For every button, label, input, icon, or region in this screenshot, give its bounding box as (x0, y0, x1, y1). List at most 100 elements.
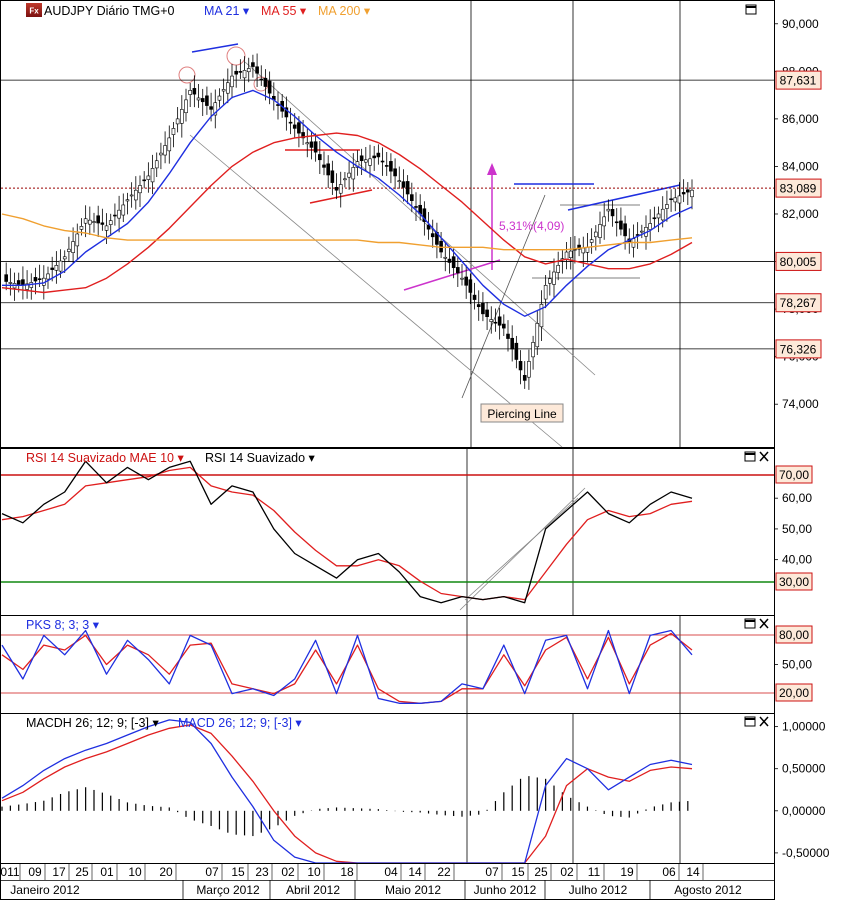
rsi-level-70-label: 70,00 (779, 468, 809, 482)
candle-body (456, 267, 460, 274)
y-tick-label: 50,00 (782, 658, 812, 672)
candle-body (46, 273, 50, 280)
ma200-legend[interactable]: MA 200 ▾ (318, 4, 371, 18)
candle-body (665, 204, 669, 209)
candle-body (267, 80, 272, 94)
x-month-label: Janeiro 2012 (10, 883, 80, 897)
price-level-label-1: 83,089 (780, 182, 817, 196)
candle-body (217, 95, 222, 101)
stoch-legend[interactable]: PKS 8; 3; 3 ▾ (26, 618, 100, 632)
annotation-percent: 5,31%(4,09) (499, 219, 564, 233)
rsi-legend-text: RSI 14 Suavizado (205, 451, 305, 465)
candle-body (589, 239, 594, 243)
stoch-panel-frame (0, 615, 775, 714)
x-day-label: 11 (588, 865, 601, 879)
candle-body (518, 361, 523, 371)
candle-body (351, 167, 356, 180)
candle-body (113, 214, 117, 217)
x-day-label: 20 (159, 865, 173, 879)
chart-window: 90,00088,00086,00084,00082,00080,00078,0… (0, 0, 841, 900)
candle-body (359, 155, 364, 162)
candle-body (552, 271, 556, 285)
symbol-label: AUDJPY Diário TMG+0 (44, 4, 175, 18)
candle-body (401, 181, 406, 188)
x-day-label: 10 (307, 865, 321, 879)
candle-body (192, 88, 197, 95)
y-tick-label: 90,000 (782, 17, 819, 31)
macdh-legend[interactable]: MACDH 26; 12; 9; [-3] ▾ (26, 716, 159, 730)
candle-body (159, 152, 163, 156)
candle-body (309, 141, 314, 148)
candle-body (171, 128, 176, 135)
candle-body (108, 220, 113, 225)
candle-body (305, 142, 310, 145)
candle-body (16, 280, 21, 285)
ma21-legend-text: MA 21 (204, 4, 239, 18)
x-day-label: 19 (620, 865, 634, 879)
x-day-label: 07 (485, 865, 499, 879)
candle-body (121, 204, 126, 216)
candle-body (623, 223, 627, 237)
price-level-label-2: 80,005 (780, 255, 817, 269)
candle-body (100, 222, 105, 225)
candle-body (443, 256, 448, 259)
candle-body (451, 256, 456, 269)
candle-body (62, 256, 67, 260)
candle-body (71, 241, 75, 253)
candle-body (8, 282, 13, 284)
candle-body (242, 70, 247, 79)
rsi-mae-legend-text: RSI 14 Suavizado MAE 10 (26, 451, 174, 465)
candle-body (405, 181, 410, 195)
candle-body (606, 208, 611, 212)
candle-body (614, 221, 619, 224)
ma55-legend[interactable]: MA 55 ▾ (261, 4, 307, 18)
candle-body (464, 276, 468, 286)
x-month-label: Março 2012 (196, 883, 260, 897)
candle-body (660, 208, 665, 221)
y-tick-label: 86,000 (782, 112, 819, 126)
candle-body (92, 221, 96, 223)
y-tick-label: 0,00000 (782, 804, 826, 818)
candle-body (37, 278, 42, 280)
candle-body (251, 62, 255, 67)
macd-legend[interactable]: MACD 26; 12; 9; [-3] ▾ (178, 716, 302, 730)
candle-body (150, 168, 155, 183)
candle-body (79, 226, 84, 230)
x-day-label: 15 (511, 865, 525, 879)
y-axis-ticks: 90,00088,00086,00084,00082,00080,00078,0… (774, 17, 830, 860)
x-day-label: 01 (100, 865, 114, 879)
x-day-label: 23 (255, 865, 269, 879)
candle-body (322, 164, 326, 168)
rsi-legend[interactable]: RSI 14 Suavizado ▾ (205, 451, 316, 465)
candle-body (522, 375, 527, 381)
price-level-label-0: 87,631 (780, 74, 817, 88)
candle-body (368, 158, 372, 166)
candle-body (134, 189, 138, 201)
candle-body (330, 170, 335, 183)
candle-body (288, 121, 293, 124)
candle-body (598, 224, 602, 238)
candle-body (535, 323, 540, 348)
x-month-label: Abril 2012 (286, 883, 340, 897)
rsi-mae-legend[interactable]: RSI 14 Suavizado MAE 10 ▾ (26, 451, 184, 465)
price-level-label-4: 76,326 (780, 342, 817, 356)
ma21-legend[interactable]: MA 21 ▾ (204, 4, 250, 18)
rsi-level-30-label: 30,00 (779, 575, 809, 589)
candle-body (380, 160, 385, 163)
x-day-label: 17 (52, 865, 66, 879)
candle-body (125, 199, 130, 202)
candle-body (410, 194, 414, 201)
macdh-legend-text: MACDH 26; 12; 9; [-3] (26, 716, 149, 730)
candle-body (489, 319, 494, 322)
candle-body (209, 106, 213, 110)
x-month-label: Agosto 2012 (674, 883, 742, 897)
candle-body (75, 233, 80, 247)
candle-body (568, 250, 573, 259)
x-day-label: 22 (437, 865, 451, 879)
macd-legend-text: MACD 26; 12; 9; [-3] (178, 716, 292, 730)
candle-body (497, 316, 502, 326)
candle-body (58, 260, 63, 272)
candle-body (502, 323, 506, 329)
candle-body (297, 122, 301, 134)
price-level-label-3: 78,267 (780, 296, 817, 310)
